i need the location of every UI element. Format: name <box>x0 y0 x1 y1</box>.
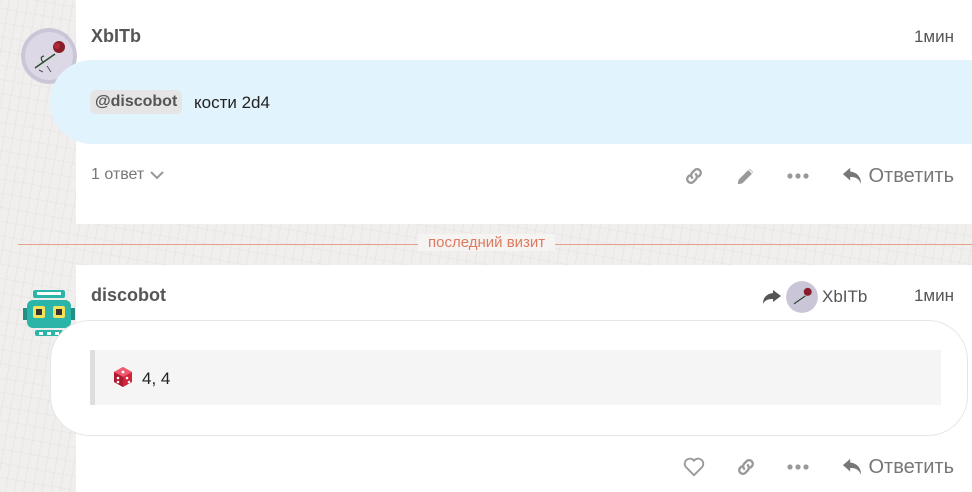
reply-label: Ответить <box>868 164 955 187</box>
show-replies-button[interactable]: 1 ответ <box>91 166 164 184</box>
reply-button[interactable]: Ответить <box>841 455 955 479</box>
more-actions-button[interactable] <box>781 451 815 483</box>
reply-label: Ответить <box>868 455 955 478</box>
edit-button[interactable] <box>729 160 763 192</box>
replies-count-label: 1 ответ <box>91 166 145 183</box>
reply-to-arrow-icon <box>763 290 781 304</box>
chevron-down-icon <box>150 171 164 180</box>
ellipsis-icon <box>786 464 809 470</box>
like-button[interactable] <box>677 451 711 483</box>
dice-icon <box>112 366 134 393</box>
reply-arrow-icon <box>842 458 861 476</box>
last-visit-label: последний визит <box>418 234 556 251</box>
heart-icon <box>683 457 704 477</box>
more-actions-button[interactable] <box>781 160 815 192</box>
post-username[interactable]: XbITb <box>91 26 141 47</box>
post-actions: Ответить <box>677 160 955 192</box>
reply-arrow-icon <box>842 167 861 185</box>
post-username[interactable]: discobot <box>91 285 166 306</box>
dice-result-text: 4, 4 <box>142 369 171 388</box>
reply-to-avatar <box>786 281 818 313</box>
dice-quote-block <box>90 350 941 405</box>
reply-to-username: XbITb <box>822 287 868 306</box>
ellipsis-icon <box>786 173 809 179</box>
copy-link-button[interactable] <box>729 451 763 483</box>
link-icon <box>737 459 754 475</box>
post-time[interactable]: 1мин <box>914 27 954 47</box>
link-icon <box>685 168 702 184</box>
copy-link-button[interactable] <box>677 160 711 192</box>
post-time[interactable]: 1мин <box>914 286 954 306</box>
reply-to-tab[interactable]: XbITb <box>762 281 867 313</box>
pencil-icon <box>737 168 753 185</box>
post-actions: Ответить <box>677 451 955 483</box>
rose-avatar-icon <box>786 281 818 313</box>
post-body-highlight <box>50 60 972 144</box>
post-text: кости 2d4 <box>194 93 270 112</box>
reply-button[interactable]: Ответить <box>841 164 955 188</box>
mention-link[interactable]: @discobot <box>90 90 183 114</box>
